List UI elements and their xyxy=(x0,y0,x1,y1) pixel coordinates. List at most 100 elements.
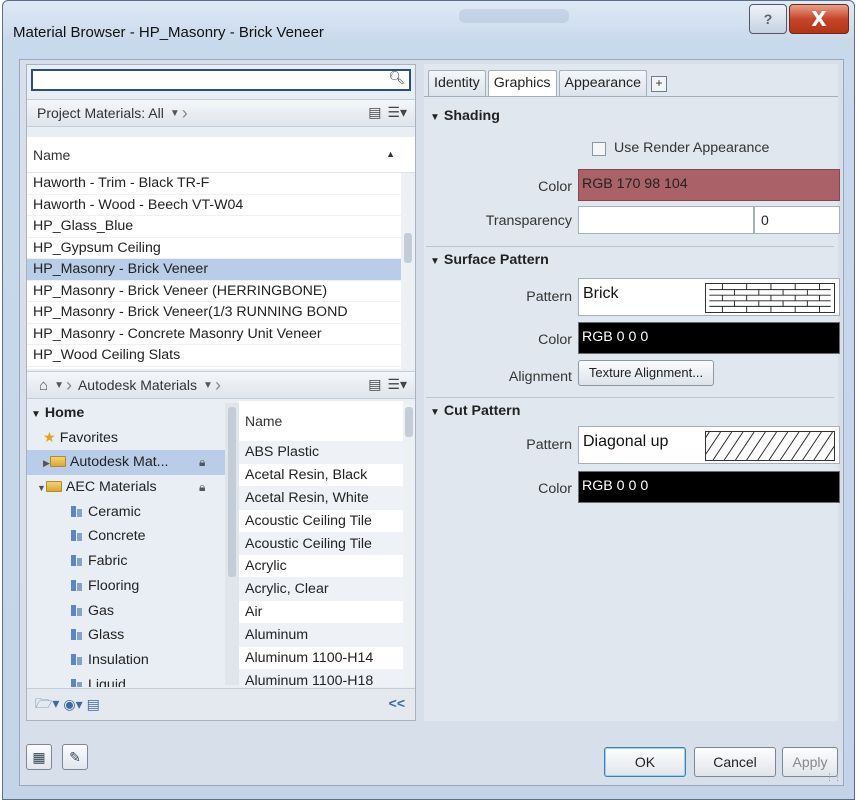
library-material-row[interactable]: Acetal Resin, Black xyxy=(239,464,415,487)
tree-item-category[interactable]: Gas xyxy=(27,599,227,624)
shading-color-swatch[interactable]: RGB 170 98 104 xyxy=(578,169,840,201)
tree-item-category[interactable]: Concrete xyxy=(27,524,227,549)
library-material-row[interactable]: Aluminum xyxy=(239,624,415,648)
search-icon[interactable]: 🔍︎ xyxy=(388,70,405,86)
expand-icon[interactable]: ▼ xyxy=(31,409,41,420)
project-material-row[interactable]: HP_Glass_Blue xyxy=(27,216,415,238)
tree-item-aec-materials[interactable]: ▼ AEC Materials 🔒︎ xyxy=(27,475,227,500)
list-view-icon[interactable]: ☰▾ xyxy=(387,104,407,121)
tree-item-category[interactable]: Flooring xyxy=(27,574,227,599)
library-name-column-header[interactable]: Name xyxy=(239,401,415,441)
collapse-triangle-icon[interactable]: ▼ xyxy=(430,407,440,418)
surface-pattern-selector[interactable]: Brick xyxy=(578,278,840,316)
cut-color-swatch[interactable]: RGB 0 0 0 xyxy=(578,471,840,503)
collapse-panel-button[interactable]: << xyxy=(389,695,405,711)
tree-item-favorites[interactable]: ★ Favorites xyxy=(27,426,227,451)
project-material-row[interactable]: Haworth - Trim - Black TR-F xyxy=(27,173,415,195)
shading-header[interactable]: ▼ Shading xyxy=(430,108,500,124)
cut-pattern-selector[interactable]: Diagonal up xyxy=(578,426,840,464)
surface-pattern-label: Pattern xyxy=(526,289,572,305)
surface-pattern-header[interactable]: ▼ Surface Pattern xyxy=(430,252,549,268)
asset-editor-toggle-icon[interactable]: ✎ xyxy=(62,744,88,770)
tree-scrollbar[interactable] xyxy=(225,403,239,685)
tree-item-autodesk-materials[interactable]: ▶ Autodesk Mat... 🔒︎ xyxy=(27,450,227,476)
use-render-appearance-checkbox[interactable] xyxy=(592,142,606,156)
library-list-scrollbar[interactable] xyxy=(403,401,415,687)
transparency-slider[interactable] xyxy=(578,206,754,234)
add-asset-button[interactable]: + xyxy=(651,76,668,92)
library-tree: ▼ Home ★ Favorites ▶ Autodesk Mat... 🔒︎ ▼… xyxy=(27,401,227,687)
library-category-icon xyxy=(71,678,82,687)
library-material-row[interactable]: Acoustic Ceiling Tile xyxy=(239,510,415,533)
library-folder-icon[interactable]: 🗁︎▾ xyxy=(35,693,59,717)
project-material-row[interactable]: HP_Masonry - Brick Veneer (HERRINGBONE) xyxy=(27,281,415,302)
material-editor: Identity Graphics Appearance + ▼ Shading … xyxy=(424,64,840,721)
project-material-row[interactable]: HP_Gypsum Ceiling xyxy=(27,238,415,259)
home-icon[interactable]: ⌂ xyxy=(39,377,48,394)
library-material-row[interactable]: Acrylic xyxy=(239,555,415,579)
tree-item-category[interactable]: Glass xyxy=(27,623,227,648)
texture-alignment-button[interactable]: Texture Alignment... xyxy=(578,360,714,386)
tree-item-category[interactable]: Insulation xyxy=(27,648,227,673)
library-material-row[interactable]: Acrylic, Clear xyxy=(239,578,415,602)
project-material-row[interactable]: HP_Masonry - Brick Veneer xyxy=(27,259,415,281)
view-options: ▤ ☰▾ xyxy=(368,104,407,121)
tab-appearance[interactable]: Appearance xyxy=(558,70,648,96)
tree-item-label: Concrete xyxy=(88,528,146,545)
dialog-client: 🔍︎ Project Materials: All ▼ › ▤ ☰▾ Name … xyxy=(19,59,844,786)
help-button[interactable]: ? xyxy=(749,4,787,34)
ok-button[interactable]: OK xyxy=(604,747,686,777)
expand-arrow-icon[interactable]: ▶ xyxy=(43,458,50,468)
project-material-row[interactable]: HP_Masonry - Brick Veneer(1/3 RUNNING BO… xyxy=(27,302,415,324)
tree-item-category[interactable]: Fabric xyxy=(27,549,227,574)
create-material-icon[interactable]: ◉▾ xyxy=(63,696,82,713)
collapse-triangle-icon[interactable]: ▼ xyxy=(430,112,440,123)
breadcrumb-chevron-icon: › xyxy=(181,102,188,123)
project-material-row[interactable]: HP_Wood Ceiling Slats xyxy=(27,345,415,367)
tab-graphics[interactable]: Graphics xyxy=(487,70,557,96)
library-material-row[interactable]: ABS Plastic xyxy=(239,441,415,464)
panel-toggle-icon[interactable]: ▤ xyxy=(368,104,381,121)
scroll-thumb[interactable] xyxy=(228,407,236,577)
project-filter-label[interactable]: Project Materials: All xyxy=(37,105,164,121)
search-field[interactable] xyxy=(35,71,385,89)
editor-icon[interactable]: ▤ xyxy=(87,696,100,713)
tree-item-home[interactable]: ▼ Home xyxy=(27,401,227,426)
close-button[interactable]: X xyxy=(789,4,849,34)
tree-item-category[interactable]: Ceramic xyxy=(27,500,227,525)
resize-grip-icon[interactable]: ⋮⋮ xyxy=(825,772,842,783)
list-view-icon[interactable]: ☰▾ xyxy=(387,376,407,393)
scroll-thumb[interactable] xyxy=(405,407,413,437)
panel-toggle-icon[interactable]: ▤ xyxy=(368,376,381,393)
project-list-scrollbar[interactable] xyxy=(401,173,415,369)
project-material-row[interactable]: HP_Masonry - Concrete Masonry Unit Venee… xyxy=(27,324,415,345)
transparency-value[interactable]: 0 xyxy=(754,206,840,234)
help-icon: ? xyxy=(763,11,773,27)
project-material-row[interactable]: Haworth - Wood - Beech VT-W04 xyxy=(27,195,415,216)
scroll-thumb[interactable] xyxy=(404,233,412,263)
section-title: Cut Pattern xyxy=(443,403,521,419)
cancel-button[interactable]: Cancel xyxy=(694,747,776,777)
library-material-row[interactable]: Aluminum 1100-H14 xyxy=(239,647,415,670)
library-material-row[interactable]: Acoustic Ceiling Tile xyxy=(239,532,415,556)
library-category-icon xyxy=(71,505,82,517)
chevron-down-icon[interactable]: ▼ xyxy=(54,380,64,391)
expand-icon[interactable]: ▼ xyxy=(37,483,46,493)
tab-identity[interactable]: Identity xyxy=(428,70,486,96)
library-material-row[interactable]: Acetal Resin, White xyxy=(239,486,415,510)
surface-color-swatch[interactable]: RGB 0 0 0 xyxy=(578,322,840,354)
name-column-header[interactable]: Name ▲ xyxy=(27,137,415,173)
material-browser-toggle-icon[interactable]: ▦ xyxy=(26,744,52,770)
collapse-triangle-icon[interactable]: ▼ xyxy=(430,256,440,267)
tree-item-label: AEC Materials xyxy=(65,479,157,496)
cut-pattern-header[interactable]: ▼ Cut Pattern xyxy=(430,403,520,419)
tree-item-category[interactable]: Liquid xyxy=(27,673,227,687)
folder-icon xyxy=(45,481,62,493)
library-category-icon xyxy=(71,629,82,641)
library-breadcrumb[interactable]: Autodesk Materials xyxy=(78,377,197,393)
library-material-row[interactable]: Air xyxy=(239,601,415,625)
search-input[interactable]: 🔍︎ xyxy=(31,69,411,91)
library-material-row[interactable]: Aluminum 1100-H18 xyxy=(239,669,415,687)
chevron-down-icon[interactable]: ▼ xyxy=(170,108,180,119)
chevron-down-icon[interactable]: ▼ xyxy=(203,380,213,391)
